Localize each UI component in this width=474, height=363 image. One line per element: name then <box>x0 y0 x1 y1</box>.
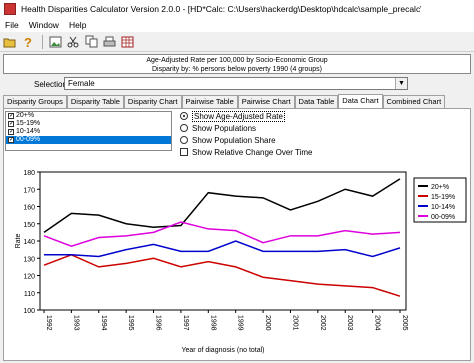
x-tick-label: 2005 <box>401 315 408 331</box>
radio-age-adjusted-rate[interactable] <box>180 112 188 120</box>
option-population-share[interactable]: Show Population Share <box>180 134 313 146</box>
tab-disparity-groups[interactable]: Disparity Groups <box>3 95 67 108</box>
x-tick-label: 2004 <box>374 315 381 331</box>
selection-dropdown[interactable]: Female ▼ <box>64 77 408 90</box>
y-tick-label: 140 <box>23 239 35 246</box>
group-label: 10-14% <box>16 128 41 135</box>
selection-value: Female <box>68 79 95 88</box>
list-item[interactable]: ✓ 20+% <box>6 112 171 120</box>
list-item[interactable]: ✓ 10-14% <box>6 128 171 136</box>
checkbox-checked-icon[interactable]: ✓ <box>8 129 14 135</box>
x-tick-label: 1995 <box>127 315 134 331</box>
toolbar-separator <box>42 34 43 49</box>
option-age-adjusted-rate[interactable]: Show Age-Adjusted Rate <box>180 110 313 122</box>
title-bar: Health Disparities Calculator Version 2.… <box>0 0 474 18</box>
cut-icon[interactable] <box>65 34 81 50</box>
y-tick-label: 150 <box>23 222 35 229</box>
y-tick-label: 180 <box>23 170 35 177</box>
copy-icon[interactable] <box>83 34 99 50</box>
option-label: Show Populations <box>192 123 257 133</box>
x-tick-label: 2000 <box>264 315 271 331</box>
open-folder-icon[interactable] <box>2 34 18 50</box>
display-options: Show Age-Adjusted Rate Show Populations … <box>180 110 313 158</box>
y-tick-label: 100 <box>23 308 35 315</box>
checkbox-checked-icon[interactable]: ✓ <box>8 113 14 119</box>
menu-file[interactable]: File <box>0 20 24 30</box>
legend-entry: 20+% <box>431 184 449 191</box>
report-subtitle: Disparity by: % persons below poverty 19… <box>151 66 323 73</box>
menu-help[interactable]: Help <box>64 20 91 30</box>
x-tick-label: 1993 <box>72 315 79 331</box>
legend-entry: 10-14% <box>431 204 455 211</box>
list-item[interactable]: ✓ 00-09% <box>6 136 171 144</box>
toolbar: ? <box>0 32 474 52</box>
x-tick-label: 2001 <box>291 315 298 331</box>
y-axis-label: Rate <box>15 234 22 249</box>
option-populations[interactable]: Show Populations <box>180 122 313 134</box>
chevron-down-icon[interactable]: ▼ <box>395 78 407 89</box>
menu-window[interactable]: Window <box>24 20 64 30</box>
menu-bar: File Window Help <box>0 18 474 32</box>
series-line-15-19% <box>43 253 401 297</box>
x-axis-label: Year of diagnosis (no total) <box>181 347 264 354</box>
tab-combined-chart[interactable]: Combined Chart <box>382 95 446 108</box>
x-tick-label: 1997 <box>182 315 189 331</box>
option-label: Show Population Share <box>192 135 276 145</box>
x-tick-label: 2002 <box>319 315 326 331</box>
checkbox-checked-icon[interactable]: ✓ <box>8 137 14 143</box>
series-line-10-14% <box>44 240 401 258</box>
group-label: 20+% <box>16 112 35 119</box>
tab-pairwise-table[interactable]: Pairwise Table <box>181 95 238 108</box>
option-label: Show Age-Adjusted Rate <box>192 110 285 122</box>
x-tick-label: 1998 <box>209 315 216 331</box>
group-label: 15-19% <box>16 120 41 127</box>
image-icon[interactable] <box>47 34 63 50</box>
app-icon <box>4 3 16 15</box>
series-line-00-09% <box>43 221 401 247</box>
tab-data-chart[interactable]: Data Chart <box>338 94 383 108</box>
tab-strip: Disparity Groups Disparity Table Disparity… <box>3 94 471 108</box>
y-tick-label: 110 <box>24 291 35 298</box>
tab-pairwise-chart[interactable]: Pairwise Chart <box>237 95 295 108</box>
tab-disparity-chart[interactable]: Disparity Chart <box>123 95 182 108</box>
x-tick-label: 1992 <box>45 315 52 331</box>
y-tick-label: 170 <box>23 187 35 194</box>
option-label: Show Relative Change Over Time <box>192 147 313 157</box>
y-tick-label: 120 <box>23 274 35 281</box>
x-tick-label: 1994 <box>100 315 107 331</box>
report-title: Age-Adjusted Rate per 100,000 by Socio-E… <box>146 57 328 64</box>
legend-entry: 00-09% <box>431 214 455 221</box>
plot-area <box>39 171 407 311</box>
x-tick-label: 1996 <box>155 315 162 331</box>
tab-data-table[interactable]: Data Table <box>294 95 339 108</box>
x-tick-label: 2003 <box>346 315 353 331</box>
group-label: 00-09% <box>16 136 41 143</box>
checkbox-relative-change[interactable] <box>180 148 188 156</box>
y-tick-label: 130 <box>23 256 35 263</box>
grid-icon[interactable] <box>119 34 135 50</box>
help-icon[interactable]: ? <box>20 34 36 50</box>
groups-list[interactable]: ✓ 20+% ✓ 15-19% ✓ 10-14% ✓ 00-09% <box>5 111 172 151</box>
series-line-20+% <box>43 178 401 233</box>
tab-disparity-table[interactable]: Disparity Table <box>66 95 124 108</box>
x-tick-label: 1999 <box>237 315 244 331</box>
y-tick-label: 160 <box>23 205 35 212</box>
checkbox-checked-icon[interactable]: ✓ <box>8 121 14 127</box>
legend-entry: 15-19% <box>431 194 455 201</box>
svg-text:?: ? <box>24 35 32 49</box>
radio-population-share[interactable] <box>180 136 188 144</box>
radio-populations[interactable] <box>180 124 188 132</box>
window-title: Health Disparities Calculator Version 2.… <box>21 4 421 14</box>
print-icon[interactable] <box>101 34 117 50</box>
report-header: Age-Adjusted Rate per 100,000 by Socio-E… <box>3 54 471 74</box>
list-item[interactable]: ✓ 15-19% <box>6 120 171 128</box>
option-relative-change[interactable]: Show Relative Change Over Time <box>180 146 313 158</box>
data-chart: 100 110 120 130 140 150 160 170 180 1992 1993 1994 1… <box>15 170 467 354</box>
